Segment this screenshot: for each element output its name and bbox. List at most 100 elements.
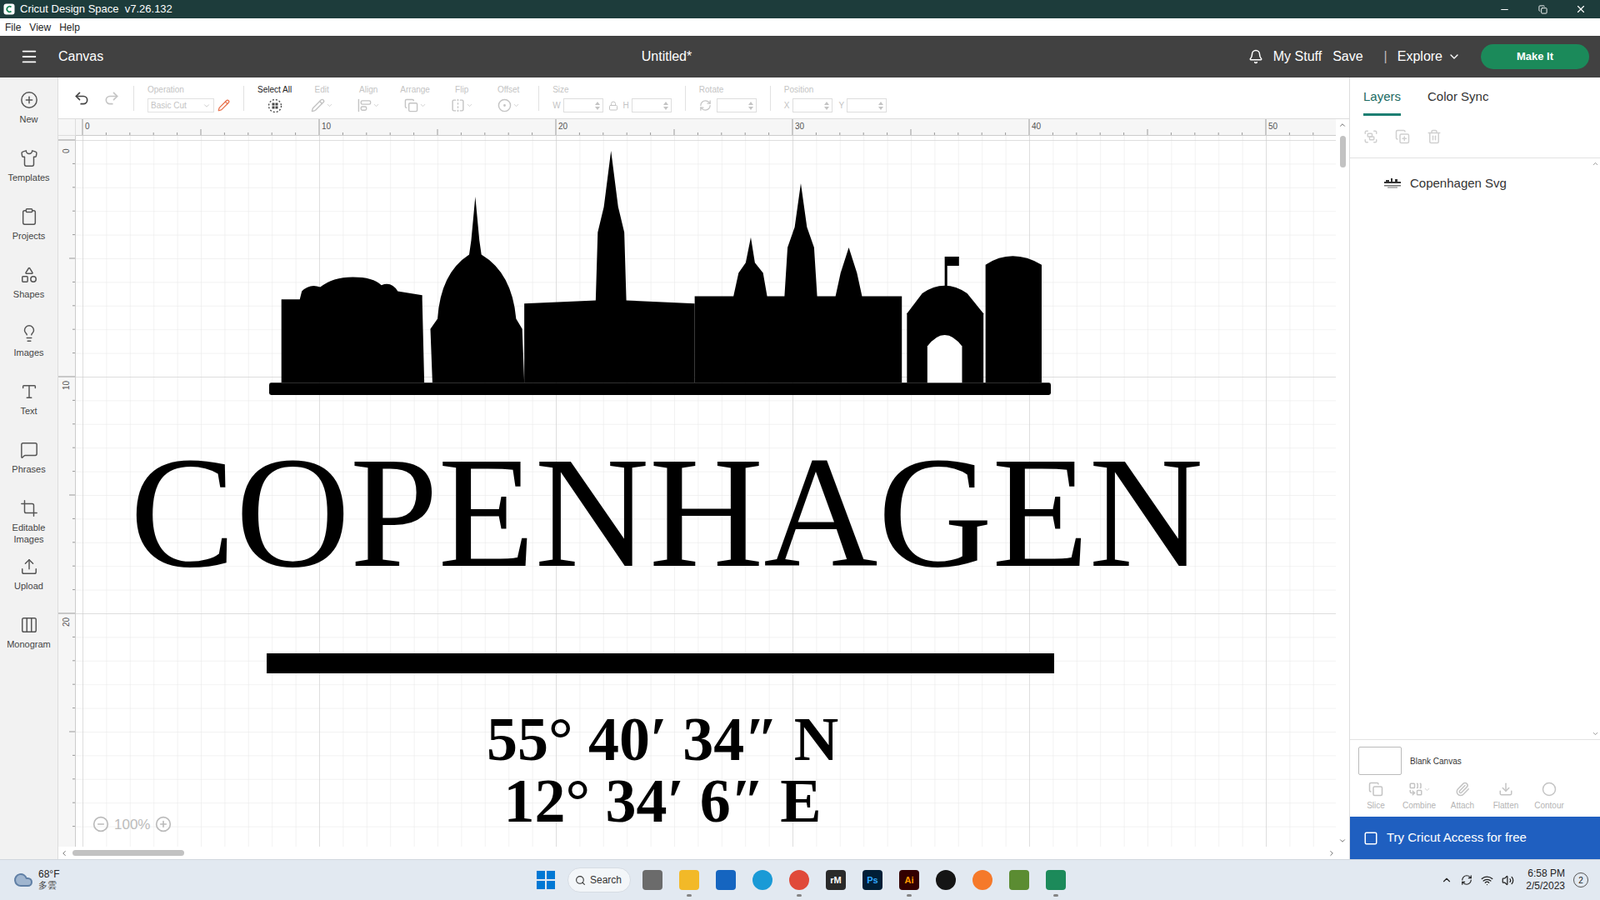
number-field[interactable]: W [552, 98, 603, 113]
sidebar-item[interactable]: Upload [0, 552, 58, 611]
taskbar-app[interactable]: Ps [854, 861, 891, 899]
title-bar: Cricut Design Space v7.26.132 [0, 0, 1600, 19]
menu-item[interactable]: View [29, 20, 51, 35]
city-title[interactable]: COPENHAGEN [130, 433, 1204, 592]
taskbar-app[interactable] [964, 861, 1001, 899]
toolbar-tool[interactable]: Offset [491, 83, 525, 113]
layer-action[interactable]: Flatten [1490, 781, 1522, 812]
number-field[interactable]: Y [839, 98, 888, 113]
layer-tool-icon[interactable] [1395, 129, 1410, 145]
scroll-down-icon[interactable] [1591, 730, 1600, 738]
coordinate-line: 55° 40′ 34″ N [486, 708, 839, 770]
weather-icon[interactable] [13, 870, 34, 890]
sidebar-item[interactable]: Monogram [0, 610, 58, 670]
taskbar-app[interactable] [780, 861, 818, 899]
undo-icon[interactable] [73, 90, 90, 107]
clock[interactable]: 6:58 PM2/5/2023 [1525, 867, 1565, 893]
sidebar-item[interactable]: Editable Images [0, 494, 58, 553]
scroll-right-icon[interactable] [1327, 849, 1336, 858]
redo-icon[interactable] [103, 90, 120, 107]
menu-item[interactable]: Help [59, 20, 80, 35]
sidebar-item-icon [20, 557, 39, 576]
sidebar-item[interactable]: Shapes [0, 260, 58, 320]
app-window: Cricut Design Space v7.26.132File View Hel… [0, 0, 1600, 900]
minimize-button[interactable] [1485, 0, 1524, 19]
sidebar-item[interactable]: New [0, 85, 58, 145]
scroll-left-icon[interactable] [60, 849, 69, 858]
number-field[interactable]: H [623, 98, 672, 113]
number-field[interactable] [716, 98, 757, 113]
taskbar-app[interactable] [670, 861, 708, 899]
ruler-label: 30 [795, 120, 805, 133]
ruler-label: 50 [1268, 120, 1278, 133]
taskbar-app[interactable] [1037, 861, 1075, 899]
toolbar-tool[interactable]: Flip [445, 83, 479, 113]
taskbar-app[interactable] [634, 861, 671, 899]
notification-badge[interactable]: 2 [1573, 872, 1589, 888]
sidebar-item-icon [20, 440, 39, 460]
panel-tab[interactable]: Color Sync [1427, 87, 1489, 117]
header-link[interactable]: My Stuff [1273, 46, 1322, 67]
notifications-bell-icon[interactable] [1248, 49, 1264, 65]
layer-action[interactable]: Combine [1403, 781, 1435, 812]
sidebar-item[interactable]: Projects [0, 202, 58, 261]
skyline-image[interactable] [269, 150, 1051, 395]
zoom-out-icon[interactable] [92, 815, 110, 833]
sidebar-item[interactable]: Text [0, 377, 58, 436]
layer-tool-icon[interactable] [1363, 129, 1379, 145]
vertical-scrollbar[interactable] [1335, 119, 1350, 847]
header-link[interactable]: Save [1332, 46, 1363, 67]
tray-overflow-icon[interactable] [1440, 874, 1453, 886]
horizontal-scrollbar[interactable] [58, 846, 1350, 860]
toolbar-tool[interactable]: Arrange [398, 83, 432, 113]
action-icon [1455, 781, 1470, 797]
menu-item[interactable]: File [5, 20, 21, 35]
sidebar-item[interactable]: Templates [0, 144, 58, 203]
taskbar-app[interactable] [744, 861, 781, 899]
toolbar-tool[interactable]: Align [351, 83, 385, 113]
cricut-access-banner[interactable]: Try Cricut Access for free [1350, 816, 1600, 860]
scroll-up-icon[interactable] [1338, 120, 1347, 130]
panel-tab[interactable]: Layers [1363, 87, 1401, 117]
canvas-swatch[interactable] [1358, 746, 1402, 775]
layer-row[interactable]: Copenhagen Svg [1383, 173, 1557, 194]
close-icon [1575, 3, 1587, 15]
layer-action[interactable]: Slice [1360, 781, 1392, 812]
chevron-down-icon [1447, 50, 1461, 64]
taskbar-app[interactable] [927, 861, 965, 899]
scroll-down-icon[interactable] [1338, 836, 1347, 845]
layers-scrollbar[interactable] [1590, 158, 1600, 740]
toolbar-tool[interactable]: Edit [305, 83, 339, 113]
toolbar-tool[interactable]: Select All [257, 83, 292, 114]
canvas-area: 0102030405001020COPENHAGEN55° 40′ 34″ N1… [58, 119, 1350, 860]
lock-icon[interactable] [608, 100, 619, 111]
coordinates[interactable]: 55° 40′ 34″ N12° 34′ 6″ E [486, 708, 839, 832]
layer-action[interactable]: Contour [1533, 781, 1565, 812]
sidebar-item[interactable]: Images [0, 319, 58, 378]
taskbar-search[interactable]: Search [567, 867, 631, 893]
design-canvas[interactable]: COPENHAGEN55° 40′ 34″ N12° 34′ 6″ E100% [75, 135, 1336, 847]
layer-tool-icon[interactable] [1426, 129, 1442, 145]
close-button[interactable] [1561, 0, 1600, 19]
operation-select[interactable]: Basic Cut [147, 98, 215, 113]
taskbar-app[interactable] [707, 861, 745, 899]
blank-canvas-row[interactable]: Blank Canvas [1350, 739, 1600, 782]
scroll-up-icon[interactable] [1591, 160, 1600, 168]
layer-action[interactable]: Attach [1446, 781, 1479, 812]
main-menu-button[interactable] [0, 47, 59, 66]
sidebar-item[interactable]: Phrases [0, 435, 58, 495]
zoom-in-icon[interactable] [155, 815, 172, 833]
restore-button[interactable] [1523, 0, 1562, 19]
sync-icon[interactable] [1460, 874, 1473, 886]
divider-bar[interactable] [266, 653, 1055, 674]
taskbar-app[interactable] [1000, 861, 1038, 899]
weather-widget[interactable]: 68°F多雲 [38, 869, 60, 891]
taskbar-app[interactable]: rM [817, 861, 855, 899]
taskbar-app[interactable] [527, 861, 565, 899]
number-field[interactable]: X [784, 98, 833, 113]
taskbar-app[interactable]: Ai [890, 861, 928, 899]
make-it-button[interactable]: Make It [1480, 44, 1590, 70]
volume-icon[interactable] [1501, 874, 1515, 887]
explore-menu[interactable]: Explore [1397, 46, 1461, 67]
wifi-icon[interactable] [1480, 874, 1494, 887]
